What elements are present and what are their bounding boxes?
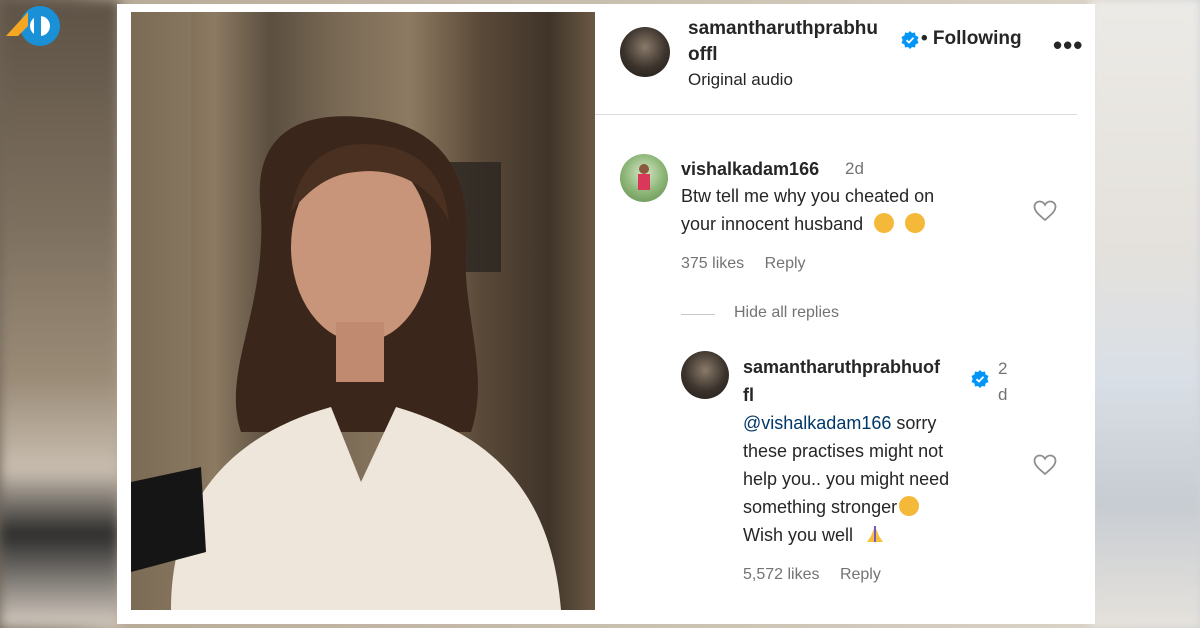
heart-icon[interactable] (1033, 200, 1057, 222)
comment-text: Btw tell me why you cheated on your inno… (681, 186, 935, 234)
instagram-post-card: samantharuthprabhu offl • Following ••• … (117, 4, 1095, 624)
more-dots-icon[interactable]: ••• (1053, 32, 1083, 58)
following-status[interactable]: • Following (921, 28, 1022, 50)
reply-button[interactable]: Reply (765, 255, 806, 272)
author-avatar[interactable] (620, 27, 670, 77)
flushed-face-icon (874, 213, 895, 233)
replies-divider (681, 314, 715, 315)
reply-button[interactable]: Reply (840, 566, 881, 583)
commenter-username[interactable]: vishalkadam166 (681, 156, 819, 182)
reply-author-avatar[interactable] (681, 351, 729, 399)
post-header: samantharuthprabhu offl • Following ••• … (595, 4, 1082, 115)
reply-username[interactable]: samantharuthprabhuof fl (743, 353, 940, 409)
reply-meta: 5,572 likes Reply (743, 566, 881, 584)
verified-badge-icon (901, 31, 919, 49)
reply-likes[interactable]: 5,572 likes (743, 566, 820, 583)
post-photo (131, 12, 595, 610)
blurred-backdrop-left (0, 0, 120, 628)
post-side-panel: samantharuthprabhu offl • Following ••• … (595, 4, 1095, 624)
author-username[interactable]: samantharuthprabhu offl (688, 16, 898, 68)
reply-text: @vishalkadam166 sorry these practises mi… (743, 409, 949, 552)
flushed-face-icon (905, 213, 926, 233)
hide-replies-button[interactable]: Hide all replies (734, 304, 839, 322)
commenter-avatar[interactable] (620, 154, 668, 202)
comment-meta: 375 likes Reply (681, 255, 806, 273)
comment-likes[interactable]: 375 likes (681, 255, 744, 272)
heart-icon[interactable] (1033, 454, 1057, 476)
smiling-face-icon (899, 496, 920, 516)
brand-logo (4, 2, 62, 52)
reply-time[interactable]: 2 d (998, 356, 1007, 408)
comment-time[interactable]: 2d (845, 159, 864, 179)
mention-link[interactable]: @vishalkadam166 (743, 413, 891, 433)
blurred-backdrop-right (1090, 0, 1200, 628)
audio-label[interactable]: Original audio (688, 70, 793, 90)
folded-hands-icon (864, 524, 886, 552)
verified-badge-icon (971, 370, 989, 388)
